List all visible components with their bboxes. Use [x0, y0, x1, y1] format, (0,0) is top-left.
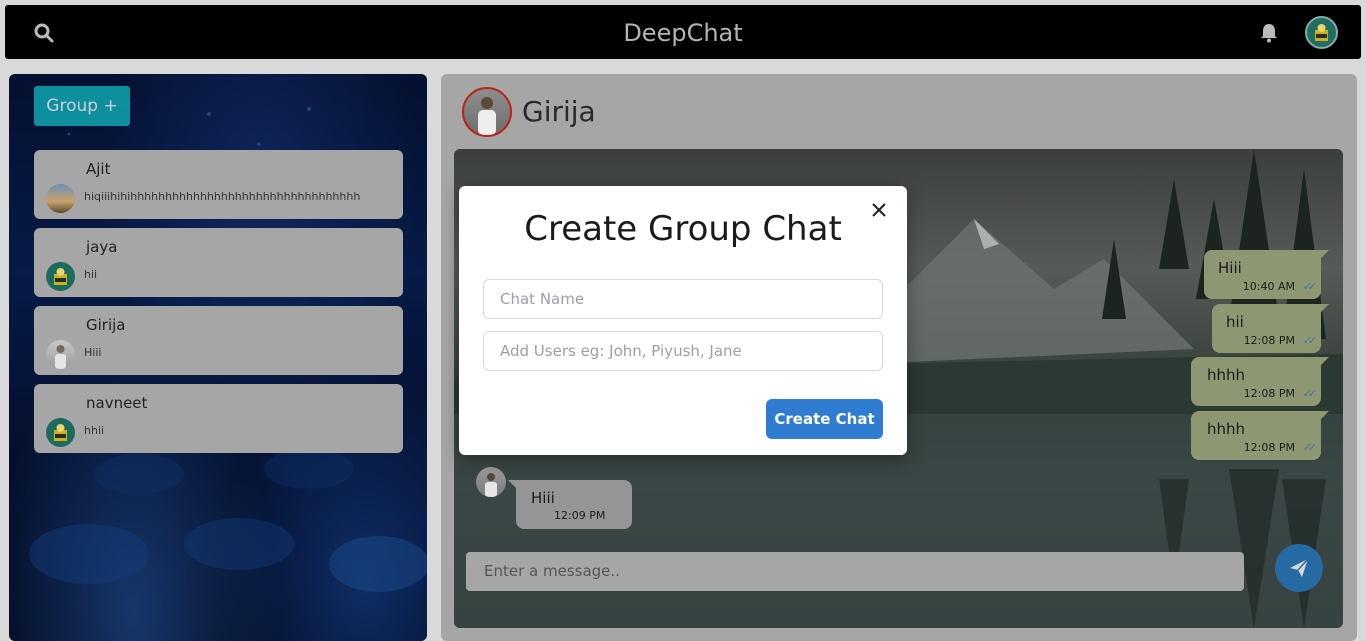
send-icon — [1290, 558, 1309, 577]
contact-avatar — [46, 184, 75, 213]
bubble-tail — [1321, 304, 1329, 312]
read-ticks-icon: ✓✓ — [1302, 280, 1318, 293]
message-time: 12:09 PM — [554, 509, 606, 522]
outgoing-message: hhhh 12:08 PM ✓✓ — [1191, 411, 1329, 460]
chat-list-item[interactable]: navneet hhii — [34, 384, 403, 453]
bubble-tail — [1321, 357, 1329, 365]
message-input[interactable]: Enter a message.. — [466, 552, 1244, 591]
message-text: Hiii — [1218, 259, 1242, 277]
send-button[interactable] — [1275, 544, 1323, 592]
read-ticks-icon: ✓✓ — [1302, 441, 1318, 454]
chat-last-message: hiqiiihihihhhhhhhhhhhhhhhhhhhhhhhhhhhhhh… — [84, 190, 361, 203]
chat-name: navneet — [86, 394, 148, 412]
create-group-modal: Create Group Chat Chat Name Add Users eg… — [459, 186, 907, 455]
app-title: DeepChat — [623, 19, 743, 47]
bell-icon[interactable] — [1258, 22, 1280, 44]
chat-name: jaya — [86, 238, 118, 256]
chat-last-message: hhii — [84, 424, 105, 437]
message-time: 12:08 PM — [1243, 387, 1295, 400]
sender-avatar — [476, 467, 506, 497]
chat-list-item[interactable]: Ajit hiqiiihihihhhhhhhhhhhhhhhhhhhhhhhhh… — [34, 150, 403, 219]
message-text: hii — [1226, 313, 1244, 331]
message-text: hhhh — [1207, 420, 1246, 438]
read-ticks-icon: ✓✓ — [1302, 387, 1318, 400]
top-bar: DeepChat — [5, 5, 1361, 59]
contact-avatar[interactable] — [462, 87, 512, 137]
bubble-tail — [1321, 411, 1329, 419]
group-button[interactable]: Group + — [34, 86, 130, 126]
contact-avatar — [46, 262, 75, 291]
outgoing-message: Hiii 10:40 AM ✓✓ — [1204, 250, 1329, 299]
bubble-tail — [508, 480, 516, 488]
chat-list-item[interactable]: Girija Hiii — [34, 306, 403, 375]
add-users-input[interactable]: Add Users eg: John, Piyush, Jane — [483, 331, 883, 371]
message-text: Hiii — [531, 489, 555, 507]
message-time: 12:08 PM — [1243, 441, 1295, 454]
close-icon[interactable] — [869, 200, 889, 220]
outgoing-message: hii 12:08 PM ✓✓ — [1212, 304, 1329, 353]
chat-name: Girija — [86, 316, 126, 334]
contact-avatar — [46, 418, 75, 447]
create-chat-button[interactable]: Create Chat — [766, 399, 883, 439]
bubble-tail — [1321, 250, 1329, 258]
read-ticks-icon: ✓✓ — [1302, 334, 1318, 347]
user-avatar[interactable] — [1305, 16, 1338, 49]
contact-name: Girija — [522, 95, 596, 128]
message-text: hhhh — [1207, 366, 1246, 384]
incoming-message: Hiii 12:09 PM — [508, 480, 632, 529]
modal-title: Create Group Chat — [524, 209, 842, 249]
chat-name: Ajit — [86, 160, 111, 178]
message-time: 12:08 PM — [1243, 334, 1295, 347]
outgoing-message: hhhh 12:08 PM ✓✓ — [1191, 357, 1329, 406]
chat-name-input[interactable]: Chat Name — [483, 279, 883, 319]
contact-avatar — [46, 340, 75, 369]
chat-list-item[interactable]: jaya hii — [34, 228, 403, 297]
chat-last-message: hii — [84, 268, 98, 281]
message-time: 10:40 AM — [1242, 280, 1295, 293]
chat-list-panel: Group + Ajit hiqiiihihihhhhhhhhhhhhhhhhh… — [9, 74, 427, 641]
chat-last-message: Hiii — [84, 346, 102, 359]
